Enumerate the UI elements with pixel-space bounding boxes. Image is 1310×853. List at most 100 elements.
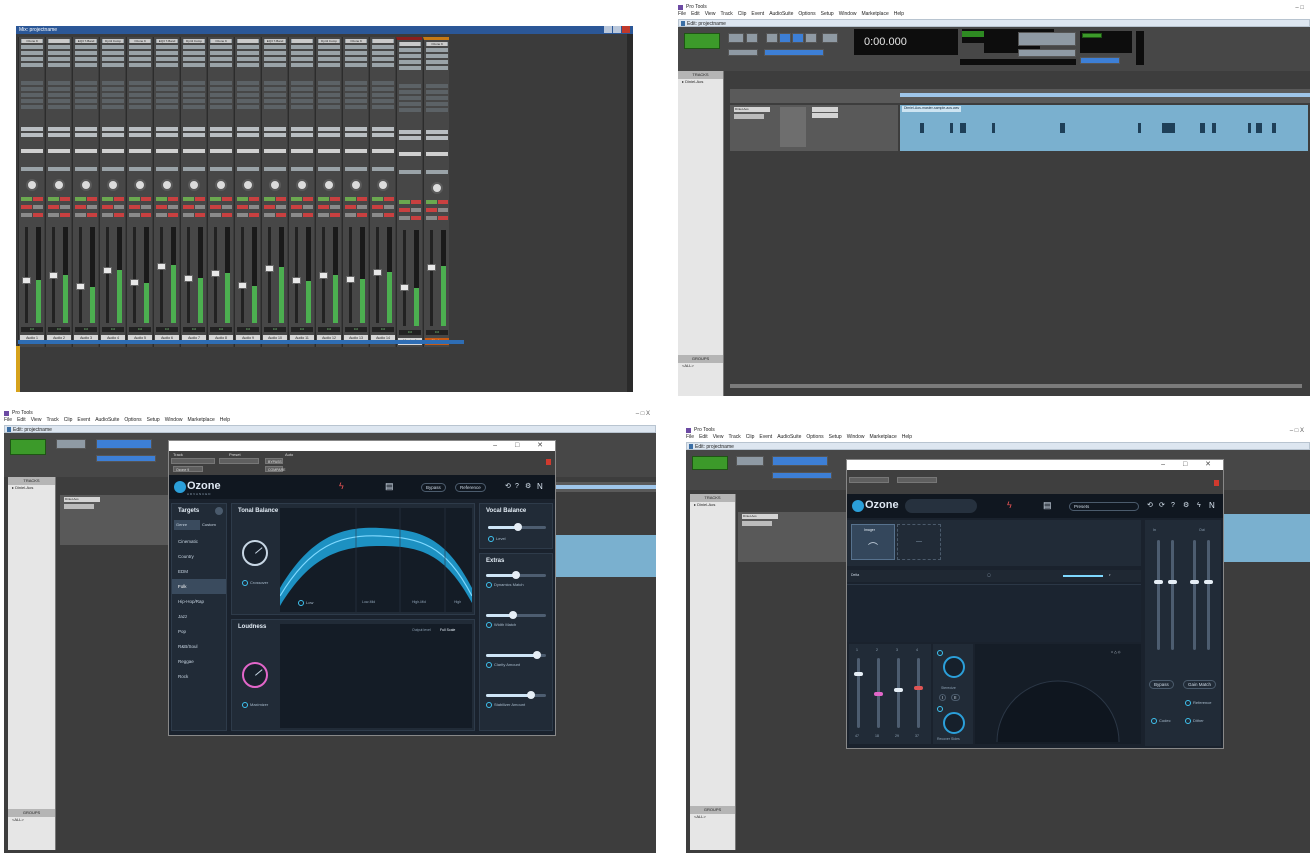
- send-slot[interactable]: [210, 87, 232, 91]
- module-controls[interactable]: [905, 499, 977, 513]
- genre-item[interactable]: Hip-Hop/Rap: [172, 594, 226, 609]
- plugin-insert[interactable]: EQ3 7-Band: [265, 39, 285, 43]
- band-low[interactable]: Low: [298, 600, 313, 606]
- automation-mode[interactable]: [210, 149, 232, 153]
- tonal-balance-icon[interactable]: ▤: [1043, 501, 1052, 510]
- group-list-item[interactable]: <ALL>: [8, 817, 55, 823]
- strip-buttons[interactable]: [48, 197, 70, 201]
- pan-knob[interactable]: [134, 179, 146, 191]
- edit-tools[interactable]: [96, 439, 152, 449]
- io-selector[interactable]: [426, 130, 448, 134]
- insert-slot[interactable]: [183, 51, 205, 55]
- presets-button[interactable]: Presets: [1069, 502, 1139, 511]
- genre-item[interactable]: Reggae: [172, 654, 226, 669]
- strip-buttons-2[interactable]: [48, 205, 70, 209]
- volume-fader[interactable]: [22, 277, 31, 284]
- send-slot[interactable]: [426, 84, 448, 88]
- automation-mode[interactable]: [399, 152, 421, 156]
- imager-scale-icon[interactable]: ◐: [1109, 573, 1111, 577]
- send-slot[interactable]: [318, 81, 340, 85]
- track-io[interactable]: [780, 107, 806, 147]
- learn-icon[interactable]: ϟ: [1197, 501, 1201, 510]
- trim-tools[interactable]: [56, 439, 86, 449]
- send-slot[interactable]: [48, 99, 70, 103]
- send-slot[interactable]: [183, 87, 205, 91]
- automation-mode[interactable]: [183, 149, 205, 153]
- insert-slot[interactable]: [102, 63, 124, 67]
- strip-buttons-3[interactable]: [318, 213, 340, 217]
- group-selector[interactable]: [156, 167, 178, 171]
- automation-mode[interactable]: [345, 149, 367, 153]
- group-selector[interactable]: [318, 167, 340, 171]
- pan-knob[interactable]: [161, 179, 173, 191]
- plugin-insert[interactable]: Ozone 9: [22, 39, 42, 43]
- strip-buttons-3[interactable]: [48, 213, 70, 217]
- minimize-button[interactable]: [604, 26, 612, 33]
- undo-icon[interactable]: ⟲: [1147, 501, 1153, 510]
- insert-slot[interactable]: [102, 51, 124, 55]
- plugin-window-controls[interactable]: – □ ✕: [1161, 460, 1219, 470]
- strip-buttons[interactable]: [21, 197, 43, 201]
- grid-nudge-controls[interactable]: [764, 49, 824, 56]
- send-slot[interactable]: [264, 87, 286, 91]
- send-slot[interactable]: [129, 81, 151, 85]
- genre-item[interactable]: Cinematic: [172, 534, 226, 549]
- volume-fader[interactable]: [238, 282, 247, 289]
- insert-slot[interactable]: [156, 51, 178, 55]
- insert-selector[interactable]: Ozone 9: [173, 466, 203, 472]
- io-selector-output[interactable]: [183, 133, 205, 137]
- group-selector[interactable]: [291, 167, 313, 171]
- send-slot[interactable]: [345, 99, 367, 103]
- volume-fader[interactable]: [346, 276, 355, 283]
- strip-buttons[interactable]: [399, 200, 421, 204]
- automation-mode[interactable]: [426, 152, 448, 156]
- edit-mode-buttons[interactable]: [692, 456, 728, 470]
- dither-toggle[interactable]: Dither: [1185, 718, 1204, 724]
- strip-buttons[interactable]: [102, 197, 124, 201]
- plugin-insert[interactable]: [238, 39, 258, 43]
- send-slot[interactable]: [318, 93, 340, 97]
- insert-slot[interactable]: [345, 63, 367, 67]
- io-selector-output[interactable]: [21, 133, 43, 137]
- crossover-toggle[interactable]: Crossover: [242, 580, 268, 586]
- strip-buttons-3[interactable]: [237, 213, 259, 217]
- send-slot[interactable]: [75, 87, 97, 91]
- plugin-insert[interactable]: Ozone 9: [427, 42, 447, 46]
- strip-buttons-2[interactable]: [399, 208, 421, 212]
- volume-fader[interactable]: [76, 283, 85, 290]
- pan-knob[interactable]: [296, 179, 308, 191]
- strip-buttons[interactable]: [345, 197, 367, 201]
- volume-fader[interactable]: [319, 272, 328, 279]
- pan-knob[interactable]: [215, 179, 227, 191]
- strip-buttons[interactable]: [264, 197, 286, 201]
- io-selector[interactable]: [237, 127, 259, 131]
- io-selector-output[interactable]: [156, 133, 178, 137]
- io-selector[interactable]: [75, 127, 97, 131]
- undo-icon[interactable]: ⟲: [505, 482, 511, 491]
- automation-mode[interactable]: [318, 149, 340, 153]
- plugin-window-controls[interactable]: – □ ✕: [493, 441, 551, 451]
- io-selector-output[interactable]: [75, 133, 97, 137]
- send-slot[interactable]: [372, 81, 394, 85]
- bypass-button[interactable]: Bypass: [421, 483, 446, 492]
- insert-slot[interactable]: [318, 45, 340, 49]
- group-list-item[interactable]: <ALL>: [678, 363, 723, 369]
- extras-slider[interactable]: [486, 611, 546, 619]
- send-slot[interactable]: [156, 87, 178, 91]
- io-selector-output[interactable]: [264, 133, 286, 137]
- extras-slider[interactable]: [486, 571, 546, 579]
- send-slot[interactable]: [102, 99, 124, 103]
- send-slot[interactable]: [48, 87, 70, 91]
- io-selector[interactable]: [183, 127, 205, 131]
- menu-item[interactable]: AudioSuite: [777, 434, 801, 441]
- io-selector[interactable]: [264, 127, 286, 131]
- mode-i-button[interactable]: I: [939, 694, 947, 701]
- send-slot[interactable]: [21, 99, 43, 103]
- menu-item[interactable]: Track: [728, 434, 740, 441]
- genre-item[interactable]: Folk: [172, 579, 226, 594]
- window-controls[interactable]: – □: [1295, 5, 1304, 12]
- strip-buttons-2[interactable]: [345, 205, 367, 209]
- strip-buttons[interactable]: [291, 197, 313, 201]
- insert-slot[interactable]: [399, 66, 421, 70]
- genre-item[interactable]: EDM: [172, 564, 226, 579]
